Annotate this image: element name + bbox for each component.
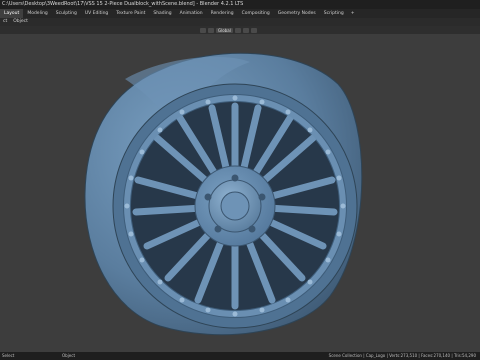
- pivot-icon[interactable]: [208, 27, 214, 33]
- tab-layout[interactable]: Layout: [0, 9, 24, 18]
- tab-sculpting[interactable]: Sculpting: [52, 9, 81, 18]
- proportional-edit-icon[interactable]: [250, 27, 257, 33]
- orientation-dropdown[interactable]: Global: [216, 27, 233, 33]
- status-object: Object: [62, 353, 76, 358]
- tab-rendering[interactable]: Rendering: [207, 9, 238, 18]
- tab-shading[interactable]: Shading: [149, 9, 175, 18]
- tab-compositing[interactable]: Compositing: [238, 9, 274, 18]
- tab-texture-paint[interactable]: Texture Paint: [112, 9, 149, 18]
- window-title: C:\Users\Desktop\3WeedRoot\17\VSS 15 2-P…: [2, 1, 244, 7]
- status-bar: Select Object Scene Collection | Cap_Log…: [0, 352, 480, 360]
- menu-select[interactable]: ct: [0, 18, 10, 26]
- snap-target-icon[interactable]: [242, 27, 249, 33]
- status-select: Select: [2, 353, 15, 358]
- tab-modeling[interactable]: Modeling: [23, 9, 51, 18]
- tab-scripting[interactable]: Scripting: [320, 9, 348, 18]
- 3d-viewport[interactable]: [0, 34, 480, 352]
- title-bar: C:\Users\Desktop\3WeedRoot\17\VSS 15 2-P…: [0, 0, 480, 9]
- transform-tools: Global: [200, 27, 257, 33]
- editor-menus: ct Object: [0, 18, 31, 26]
- workspace-tabs: Layout Modeling Sculpting UV Editing Tex…: [0, 9, 358, 18]
- viewport-header: Global: [0, 26, 480, 34]
- blender-window: C:\Users\Desktop\3WeedRoot\17\VSS 15 2-P…: [0, 0, 480, 360]
- menu-object[interactable]: Object: [10, 18, 31, 26]
- wheel-render: [84, 52, 363, 336]
- snap-icon[interactable]: [234, 27, 241, 33]
- add-workspace-button[interactable]: +: [348, 9, 358, 18]
- workspace-tab-bar: Layout Modeling Sculpting UV Editing Tex…: [0, 9, 480, 26]
- tab-geometry-nodes[interactable]: Geometry Nodes: [274, 9, 320, 18]
- menu-bar: ct Object: [0, 18, 480, 26]
- tab-uv-editing[interactable]: UV Editing: [81, 9, 112, 18]
- tab-animation[interactable]: Animation: [176, 9, 207, 18]
- wheel-hub: [194, 165, 276, 247]
- status-stats: Scene Collection | Cap_Logo | Verts:273,…: [328, 353, 476, 358]
- tool-icon[interactable]: [200, 27, 206, 33]
